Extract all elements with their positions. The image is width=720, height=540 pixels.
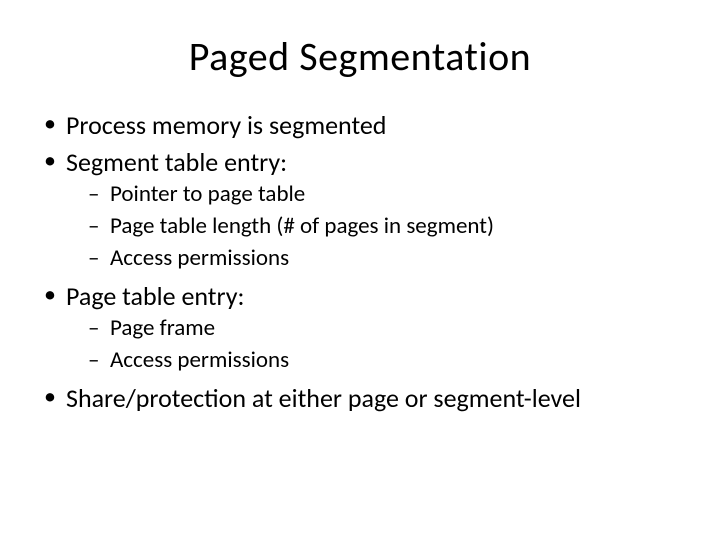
sub-bullet-list: Pointer to page table Page table length … — [88, 180, 680, 274]
sub-bullet-text: Page table length (# of pages in segment… — [110, 212, 494, 240]
list-item: Page frame — [88, 314, 680, 344]
sub-bullet-text: Access permissions — [110, 346, 289, 374]
list-item: Process memory is segmented — [40, 109, 680, 142]
list-item: Pointer to page table — [88, 180, 680, 210]
list-item: Page table length (# of pages in segment… — [88, 212, 680, 242]
sub-bullet-text: Pointer to page table — [110, 180, 305, 208]
sub-bullet-text: Page frame — [110, 314, 215, 342]
bullet-text: Page table entry: — [66, 280, 244, 312]
bullet-list: Process memory is segmented Segment tabl… — [40, 109, 680, 414]
bullet-text: Share/protection at either page or segme… — [66, 382, 581, 414]
bullet-text: Segment table entry: — [66, 146, 287, 178]
sub-bullet-text: Access permissions — [110, 244, 289, 272]
list-item: Page table entry: Page frame Access perm… — [40, 280, 680, 376]
slide: Paged Segmentation Process memory is seg… — [0, 0, 720, 540]
list-item: Segment table entry: Pointer to page tab… — [40, 146, 680, 274]
list-item: Access permissions — [88, 346, 680, 376]
slide-title: Paged Segmentation — [40, 32, 680, 81]
list-item: Share/protection at either page or segme… — [40, 382, 680, 415]
bullet-text: Process memory is segmented — [66, 109, 386, 141]
sub-bullet-list: Page frame Access permissions — [88, 314, 680, 376]
list-item: Access permissions — [88, 244, 680, 274]
